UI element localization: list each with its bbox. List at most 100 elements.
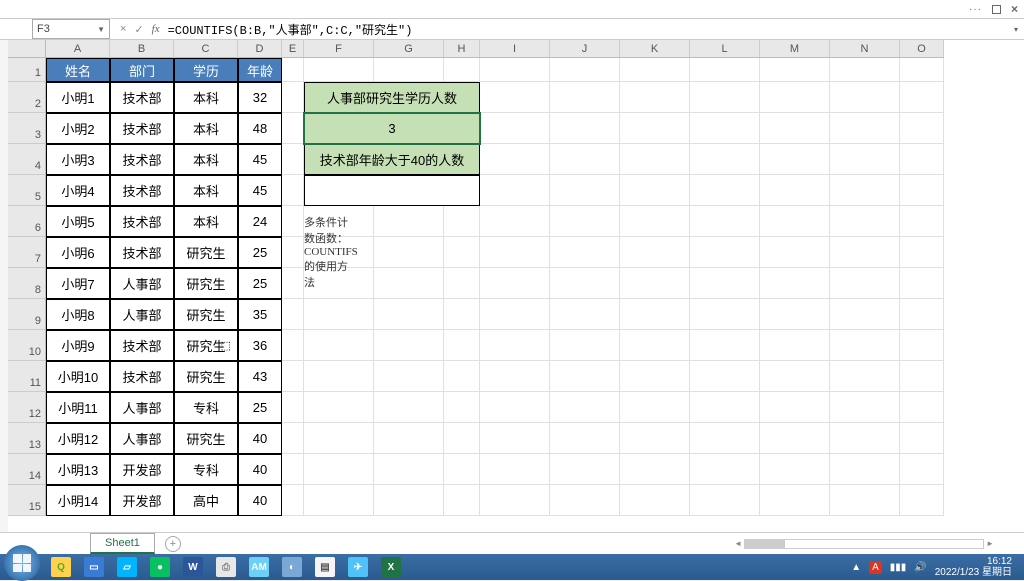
table-cell[interactable]: 25: [238, 237, 282, 268]
cell[interactable]: [304, 58, 374, 82]
settings-dots-icon[interactable]: ···: [969, 4, 982, 15]
table-cell[interactable]: 小明6: [46, 237, 110, 268]
cell[interactable]: [620, 423, 690, 454]
cell[interactable]: [480, 113, 550, 144]
cell[interactable]: [900, 485, 944, 516]
cell[interactable]: [374, 361, 444, 392]
col-header-C[interactable]: C: [174, 40, 238, 58]
row-header-3[interactable]: 3: [8, 113, 46, 144]
cell[interactable]: [480, 361, 550, 392]
col-header-I[interactable]: I: [480, 40, 550, 58]
cell[interactable]: [480, 144, 550, 175]
cell[interactable]: [760, 237, 830, 268]
cell[interactable]: [550, 175, 620, 206]
row-header-5[interactable]: 5: [8, 175, 46, 206]
cell[interactable]: [282, 206, 304, 237]
cell[interactable]: [550, 454, 620, 485]
cell[interactable]: [444, 485, 480, 516]
cell[interactable]: [900, 299, 944, 330]
cell[interactable]: [760, 144, 830, 175]
cell[interactable]: [282, 392, 304, 423]
table-cell[interactable]: 24: [238, 206, 282, 237]
cell[interactable]: [282, 361, 304, 392]
cell[interactable]: [444, 268, 480, 299]
formula-expand-icon[interactable]: ▾: [1014, 25, 1018, 34]
table-cell[interactable]: 45: [238, 175, 282, 206]
formula-input[interactable]: =COUNTIFS(B:B,"人事部",C:C,"研究生"): [168, 21, 1014, 38]
cell[interactable]: [900, 454, 944, 485]
cell[interactable]: [374, 237, 444, 268]
cell[interactable]: [900, 392, 944, 423]
cell[interactable]: [480, 454, 550, 485]
cell[interactable]: [304, 299, 374, 330]
taskbar-app[interactable]: ▭: [79, 556, 109, 578]
table-cell[interactable]: 43: [238, 361, 282, 392]
cell[interactable]: [550, 144, 620, 175]
cell[interactable]: [900, 206, 944, 237]
taskbar-app[interactable]: AM: [244, 556, 274, 578]
cell[interactable]: [282, 485, 304, 516]
table-cell[interactable]: 开发部: [110, 485, 174, 516]
sheet-tab[interactable]: Sheet1: [90, 533, 155, 554]
cell[interactable]: [690, 144, 760, 175]
cell[interactable]: [550, 330, 620, 361]
table-cell[interactable]: 小明2: [46, 113, 110, 144]
table-cell[interactable]: 小明11: [46, 392, 110, 423]
cell[interactable]: [374, 485, 444, 516]
table-cell[interactable]: 技术部: [110, 361, 174, 392]
cell[interactable]: [550, 299, 620, 330]
taskbar-app[interactable]: ▱: [112, 556, 142, 578]
cell[interactable]: [900, 113, 944, 144]
cell[interactable]: [760, 392, 830, 423]
cell[interactable]: [690, 268, 760, 299]
cell[interactable]: [444, 361, 480, 392]
cell[interactable]: [690, 485, 760, 516]
name-box-dropdown-icon[interactable]: ▼: [97, 25, 105, 34]
table-cell[interactable]: 本科: [174, 206, 238, 237]
cell[interactable]: [830, 206, 900, 237]
table-cell[interactable]: 专科: [174, 454, 238, 485]
row-header-11[interactable]: 11: [8, 361, 46, 392]
row-header-2[interactable]: 2: [8, 82, 46, 113]
cell[interactable]: [480, 82, 550, 113]
merged-cell[interactable]: [304, 175, 480, 206]
cell[interactable]: [760, 58, 830, 82]
row-header-6[interactable]: 6: [8, 206, 46, 237]
row-header-9[interactable]: 9: [8, 299, 46, 330]
cell[interactable]: [830, 237, 900, 268]
cell[interactable]: [374, 330, 444, 361]
table-cell[interactable]: 小明3: [46, 144, 110, 175]
taskbar-app[interactable]: ⎙: [211, 556, 241, 578]
cell[interactable]: [282, 175, 304, 206]
row-header-15[interactable]: 15: [8, 485, 46, 516]
taskbar-app[interactable]: W: [178, 556, 208, 578]
cell[interactable]: [620, 268, 690, 299]
cell[interactable]: [620, 144, 690, 175]
select-all-corner[interactable]: [8, 40, 46, 58]
row-header-8[interactable]: 8: [8, 268, 46, 299]
cell[interactable]: [480, 268, 550, 299]
table-cell[interactable]: 小明4: [46, 175, 110, 206]
table-cell[interactable]: 40: [238, 485, 282, 516]
cell[interactable]: [830, 485, 900, 516]
cell[interactable]: [620, 361, 690, 392]
cell[interactable]: [550, 237, 620, 268]
table-cell[interactable]: 小明10: [46, 361, 110, 392]
cell[interactable]: [480, 392, 550, 423]
cell[interactable]: [480, 330, 550, 361]
cell[interactable]: [830, 299, 900, 330]
cell[interactable]: [690, 82, 760, 113]
cell[interactable]: [620, 58, 690, 82]
cell[interactable]: [900, 423, 944, 454]
table-cell[interactable]: 小明12: [46, 423, 110, 454]
cell[interactable]: [444, 454, 480, 485]
row-header-7[interactable]: 7: [8, 237, 46, 268]
table-cell[interactable]: 本科: [174, 82, 238, 113]
tray-expand-icon[interactable]: ▲: [851, 562, 861, 573]
cell[interactable]: [620, 82, 690, 113]
table-cell[interactable]: 人事部: [110, 392, 174, 423]
cell[interactable]: [830, 392, 900, 423]
col-header-B[interactable]: B: [110, 40, 174, 58]
col-header-G[interactable]: G: [374, 40, 444, 58]
tray-volume-icon[interactable]: 🔊: [914, 562, 926, 573]
